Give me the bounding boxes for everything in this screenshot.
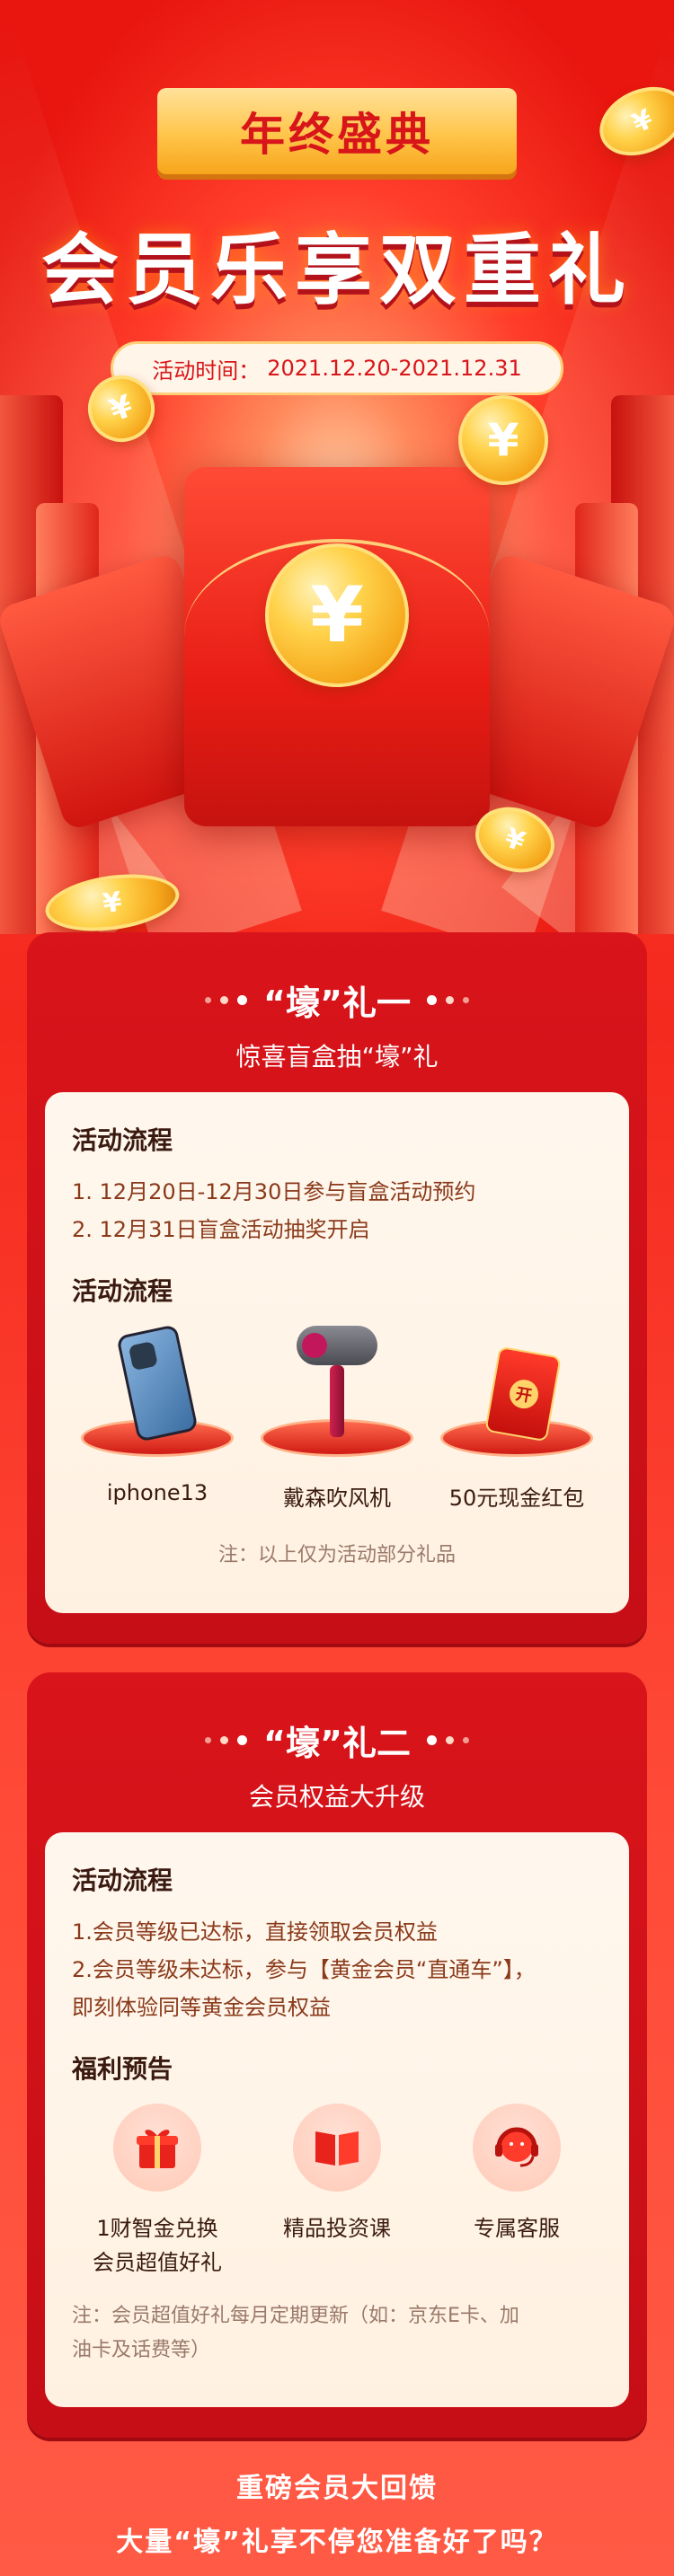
yuan-coin-icon: ¥ [265,543,409,687]
benefit-item[interactable]: 专属客服 [431,2104,602,2280]
prizes-title: 活动流程 [72,1276,173,1306]
hair-dryer-icon [297,1326,377,1437]
date-value: 2021.12.20-2021.12.31 [267,356,522,381]
dots-decoration [205,1735,248,1745]
page-title: 会员乐享双重礼 [41,225,633,315]
dots-decoration [205,995,248,1005]
panel-subtitle: 会员权益大升级 [248,1782,425,1812]
benefits-title: 福利预告 [72,2054,173,2084]
panel-title: “壕”礼一 [263,984,411,1023]
prize-note: 注：以上仅为活动部分礼品 [217,1544,456,1566]
benefit-label: 专属客服 [474,2216,560,2241]
book-icon [293,2104,381,2192]
gift-box-icon [113,2104,201,2192]
panel-header: “壕”礼二 会员权益大升级 [27,1672,647,1813]
prize-item[interactable]: 戴森吹风机 [252,1322,422,1512]
panel-title-row: “壕”礼一 [27,975,647,1025]
benefit-note: 注：会员超值好礼每月定期更新（如：京东E卡、加 油卡及话费等） [72,2305,519,2361]
prize-name: 戴森吹风机 [283,1486,391,1511]
prize-item[interactable]: 开 50元现金红包 [431,1322,602,1512]
prize-name: 50元现金红包 [448,1486,585,1511]
date-label: 活动时间： [152,357,261,384]
hero-banner: 年终盛典 会员乐享双重礼 活动时间： 2021.12.20-2021.12.31… [0,0,674,934]
footer-slogan: 重磅会员大回馈 大量“壕”礼享不停您准备好了吗？ [0,2466,674,2559]
prize-item[interactable]: iphone13 [72,1322,243,1512]
flow-title: 活动流程 [72,1866,173,1895]
flow-step: 1. 12月20日-12月30日参与盲盒活动预约 [72,1179,476,1204]
benefit-item[interactable]: 1财智金兑换 会员超值好礼 [72,2104,243,2280]
banner-ribbon: 年终盛典 [157,88,517,174]
benefit-item[interactable]: 精品投资课 [252,2104,422,2280]
panel-subtitle: 惊喜盲盒抽“壕”礼 [235,1042,439,1072]
flow-step: 2.会员等级未达标，参与【黄金会员“直通车”】， [72,1957,536,1982]
benefit-list: 1财智金兑换 会员超值好礼 精品投资课 专属客服 [72,2104,602,2280]
footer-line: 重磅会员大回馈 [236,2473,438,2504]
coin-icon: ¥ [458,395,548,485]
flow-step: 即刻体验同等黄金会员权益 [72,1995,331,2020]
benefit-label: 1财智金兑换 会员超值好礼 [93,2216,222,2275]
dots-decoration [426,1735,469,1745]
gift-one-card: 活动流程 1. 12月20日-12月30日参与盲盒活动预约 2. 12月31日盲… [45,1092,629,1613]
prize-name: iphone13 [106,1480,208,1505]
benefit-label: 精品投资课 [283,2216,391,2241]
flow-step: 2. 12月31日盲盒活动抽奖开启 [72,1217,370,1242]
gift-two-card: 活动流程 1.会员等级已达标，直接领取会员权益 2.会员等级未达标，参与【黄金会… [45,1832,629,2407]
headset-icon [473,2104,561,2192]
flow-title: 活动流程 [72,1125,173,1155]
panel-title: “壕”礼二 [263,1724,411,1763]
pedestal [261,1322,413,1457]
packet-seal: 开 [507,1377,541,1411]
footer-line: 大量“壕”礼享不停您准备好了吗？ [116,2527,558,2558]
gift-two-panel: “壕”礼二 会员权益大升级 活动流程 1.会员等级已达标，直接领取会员权益 2.… [27,1672,647,2438]
gift-one-panel: “壕”礼一 惊喜盲盒抽“壕”礼 活动流程 1. 12月20日-12月30日参与盲… [27,932,647,1644]
date-pill: 活动时间： 2021.12.20-2021.12.31 [111,341,563,395]
prize-list: iphone13 戴森吹风机 开 50元现金红包 [72,1322,602,1512]
dots-decoration [426,995,469,1005]
panel-header: “壕”礼一 惊喜盲盒抽“壕”礼 [27,932,647,1073]
banner-text: 年终盛典 [240,108,434,161]
pedestal [81,1322,234,1457]
flow-step: 1.会员等级已达标，直接领取会员权益 [72,1919,438,1945]
panel-title-row: “壕”礼二 [27,1716,647,1765]
pedestal: 开 [440,1322,593,1457]
